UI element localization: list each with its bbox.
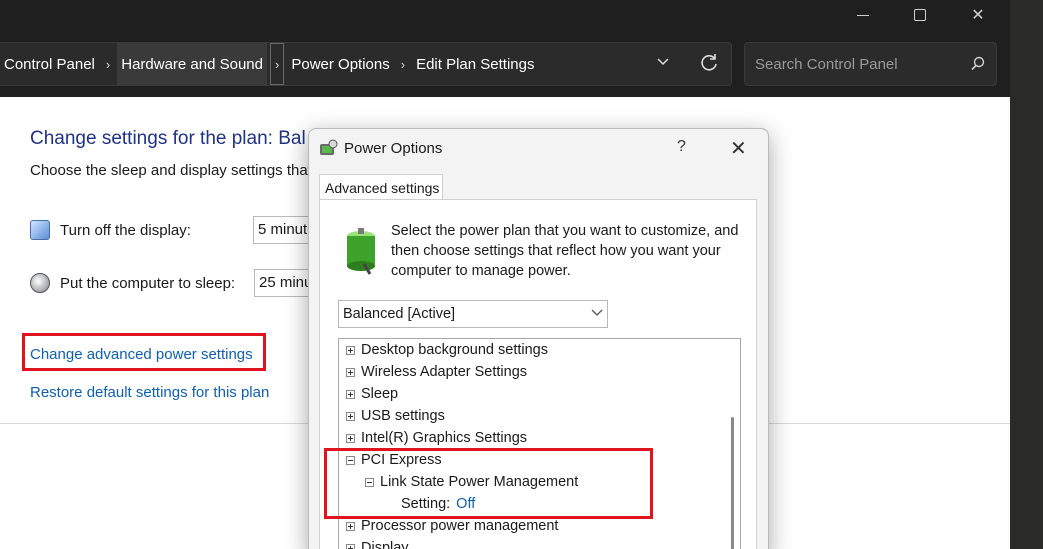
expand-icon[interactable] [346,411,355,421]
address-bar: Control Panel › Hardware and Sound › Pow… [0,32,1010,97]
breadcrumb-edit-plan-settings[interactable]: Edit Plan Settings [412,43,538,85]
search-placeholder: Search Control Panel [755,55,898,73]
help-button[interactable]: ? [677,138,686,156]
battery-icon [347,228,375,275]
page-title: Change settings for the plan: Bal [30,128,306,149]
power-plan-value: Balanced [Active] [343,306,456,322]
tree-item-label: Wireless Adapter Settings [361,364,528,380]
power-options-icon [320,139,338,155]
expand-icon[interactable] [346,389,355,399]
tree-item-label: Processor power management [361,518,559,534]
breadcrumb-separator-icon[interactable]: › [99,43,117,85]
tree-scrollbar[interactable] [726,339,740,549]
title-bar: ✕ [0,0,1010,32]
breadcrumb-separator-icon[interactable]: › [270,43,285,85]
tree-item-label: Display [361,540,409,549]
search-icon [971,56,985,71]
chevron-down-icon [591,308,603,320]
tree-item-label: USB settings [361,408,445,424]
chevron-down-icon [657,58,669,66]
tree-item-sleep[interactable]: Sleep [346,386,398,402]
minimize-icon [857,14,869,16]
display-label: Turn off the display: [60,221,191,239]
power-plan-select[interactable]: Balanced [Active] [338,300,608,328]
expand-icon[interactable] [346,521,355,531]
dialog-close-button[interactable]: ✕ [730,136,747,161]
tree-item-label: Sleep [361,386,399,402]
highlight-box-advanced-link [22,333,266,371]
minimize-button[interactable] [835,0,891,30]
tree-item-label: Desktop background settings [361,342,548,358]
highlight-box-pci-express [324,448,653,519]
breadcrumb-hardware-and-sound[interactable]: Hardware and Sound [117,43,267,85]
tree-item-display[interactable]: Display [346,540,409,549]
expand-icon[interactable] [346,367,355,377]
sleep-setting-row: Put the computer to sleep: [30,273,254,293]
recent-locations-button[interactable] [656,55,670,73]
desktop-background [1010,0,1043,549]
search-input[interactable]: Search Control Panel [744,42,997,86]
maximize-icon [914,9,926,21]
tree-item-usb-settings[interactable]: USB settings [346,408,445,424]
breadcrumb-separator-icon[interactable]: › [394,43,412,85]
expand-icon[interactable] [346,543,355,549]
expand-icon[interactable] [346,433,355,443]
moon-icon [30,273,50,293]
display-setting-row: Turn off the display: [30,220,254,240]
dialog-title: Power Options [344,140,443,157]
scrollbar-thumb[interactable] [731,417,734,549]
dialog-instructions: Select the power plan that you want to c… [391,223,739,279]
tree-item-label: Intel(R) Graphics Settings [361,430,528,446]
breadcrumb-control-panel[interactable]: Control Panel [0,43,99,85]
tree-item-desktop-background[interactable]: Desktop background settings [346,342,548,358]
close-window-button[interactable]: ✕ [950,0,1006,30]
expand-icon[interactable] [346,345,355,355]
refresh-button[interactable] [698,52,720,78]
close-icon: ✕ [971,7,985,24]
restore-defaults-link[interactable]: Restore default settings for this plan [30,384,269,401]
tab-advanced-settings[interactable]: Advanced settings [319,174,443,200]
tree-item-wireless-adapter[interactable]: Wireless Adapter Settings [346,364,527,380]
refresh-icon [701,54,717,71]
breadcrumb-power-options[interactable]: Power Options [287,43,393,85]
maximize-button[interactable] [892,0,948,30]
monitor-icon [30,220,50,240]
tree-item-processor-power[interactable]: Processor power management [346,518,558,534]
tree-item-intel-graphics[interactable]: Intel(R) Graphics Settings [346,430,527,446]
breadcrumb: Control Panel › Hardware and Sound › Pow… [0,42,732,86]
sleep-label: Put the computer to sleep: [60,274,236,292]
page-subtitle: Choose the sleep and display settings th… [30,162,312,179]
